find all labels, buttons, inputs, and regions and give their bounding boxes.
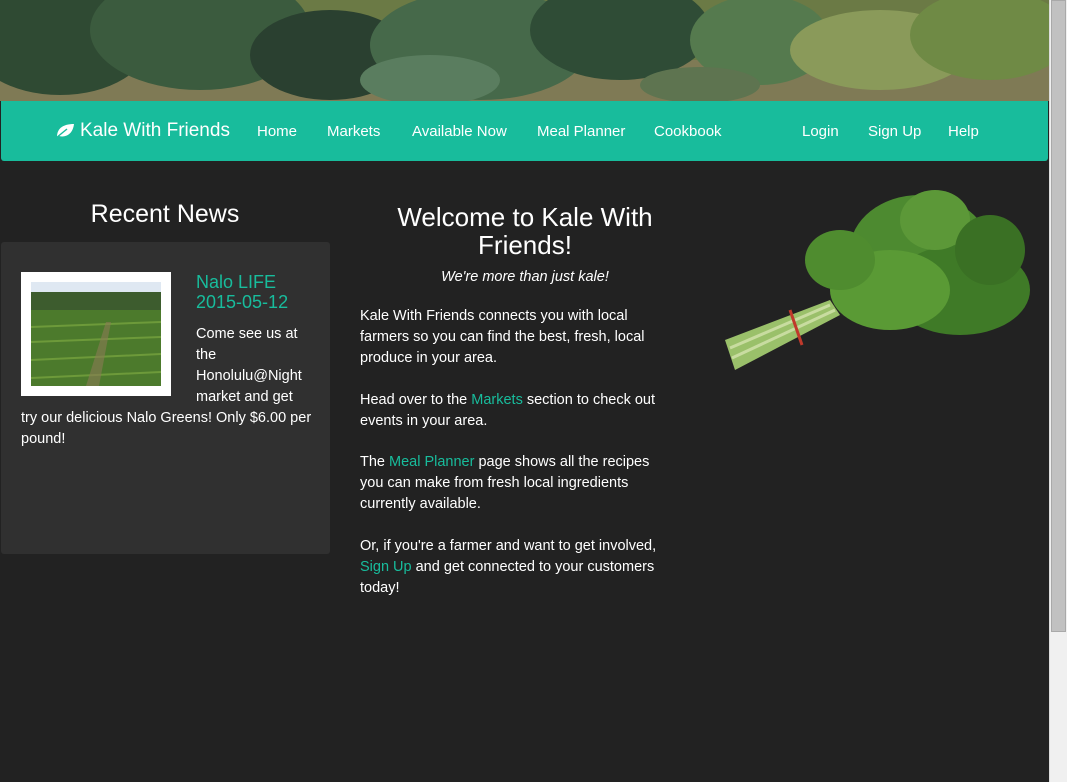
brand-name: Kale With Friends [80,120,230,141]
hero-banner-image [0,0,1049,101]
markets-link[interactable]: Markets [471,392,523,408]
markets-text-before: Head over to the [360,392,472,408]
page-viewport: Kale With Friends Home Markets Available… [0,0,1049,782]
nav-markets[interactable]: Markets [327,101,380,161]
welcome-heading: Welcome to Kale With Friends! [397,202,653,260]
markets-paragraph: Head over to the Markets section to chec… [360,390,660,432]
signup-text-before: Or, if you're a farmer and want to get i… [360,538,657,554]
kale-bunch-image [725,190,1030,370]
nav-help[interactable]: Help [948,101,979,161]
welcome-tagline: We're more than just kale! [441,269,609,285]
nav-login[interactable]: Login [802,101,839,161]
signup-paragraph: Or, if you're a farmer and want to get i… [360,536,660,599]
window-edge [1067,0,1080,782]
news-farm-image [21,272,171,396]
meal-planner-link[interactable]: Meal Planner [389,454,474,470]
nav-home[interactable]: Home [257,101,297,161]
meal-planner-text-before: The [360,454,390,470]
news-panel: Nalo LIFE 2015-05-12 Come see us at the … [1,242,330,554]
recent-news-heading: Recent News [90,200,240,228]
news-body-end: try our delicious Nalo Greens! Only $6.0… [21,410,312,447]
nav-sign-up[interactable]: Sign Up [868,101,921,161]
brand-link[interactable]: Kale With Friends [55,101,230,161]
intro-paragraph: Kale With Friends connects you with loca… [360,308,645,366]
nav-cookbook[interactable]: Cookbook [654,101,722,161]
scrollbar-thumb[interactable] [1051,0,1066,632]
main-navbar: Kale With Friends Home Markets Available… [1,101,1048,161]
leaf-icon [55,124,74,139]
news-body-start: Come see us at the Honolulu@Night market… [196,326,302,405]
nav-available-now[interactable]: Available Now [412,101,507,161]
meal-planner-paragraph: The Meal Planner page shows all the reci… [360,452,660,515]
nav-meal-planner[interactable]: Meal Planner [537,101,625,161]
news-headline[interactable]: Nalo LIFE 2015-05-12 [196,272,326,312]
sign-up-link[interactable]: Sign Up [360,559,412,575]
